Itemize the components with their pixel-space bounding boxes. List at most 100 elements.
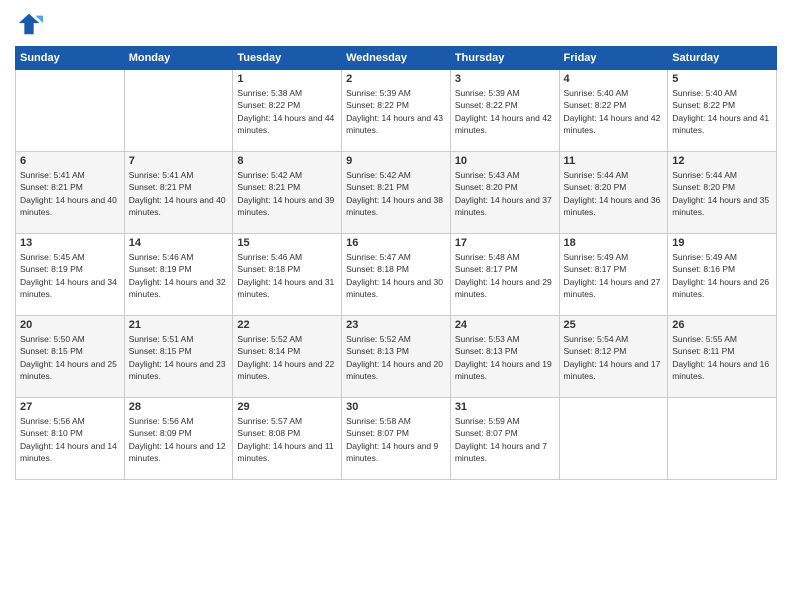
day-cell: 10Sunrise: 5:43 AM Sunset: 8:20 PM Dayli… (450, 152, 559, 234)
day-cell: 26Sunrise: 5:55 AM Sunset: 8:11 PM Dayli… (668, 316, 777, 398)
logo-icon (15, 10, 43, 38)
day-number: 18 (564, 237, 664, 249)
day-info: Sunrise: 5:56 AM Sunset: 8:10 PM Dayligh… (20, 415, 120, 464)
day-info: Sunrise: 5:42 AM Sunset: 8:21 PM Dayligh… (346, 169, 446, 218)
day-number: 2 (346, 73, 446, 85)
day-cell: 13 Sunrise: 5:45 AM Sunset: 8:19 PM Dayli… (16, 234, 125, 316)
day-cell: 7Sunrise: 5:41 AM Sunset: 8:21 PM Daylig… (124, 152, 233, 234)
day-info: Sunrise: 5:51 AM Sunset: 8:15 PM Dayligh… (129, 333, 229, 382)
day-number: 15 (237, 237, 337, 249)
day-cell: 21 Sunrise: 5:51 AM Sunset: 8:15 PM Dayli… (124, 316, 233, 398)
day-cell: 20 Sunrise: 5:50 AM Sunset: 8:15 PM Dayli… (16, 316, 125, 398)
weekday-header-sunday: Sunday (16, 47, 125, 70)
day-info: Sunrise: 5:49 AM Sunset: 8:16 PM Dayligh… (672, 251, 772, 300)
day-info: Sunrise: 5:41 AM Sunset: 8:21 PM Dayligh… (129, 169, 229, 218)
day-number: 14 (129, 237, 229, 249)
day-info: Sunrise: 5:50 AM Sunset: 8:15 PM Dayligh… (20, 333, 120, 382)
day-cell: 28 Sunrise: 5:56 AM Sunset: 8:09 PM Dayli… (124, 398, 233, 480)
day-info: Sunrise: 5:44 AM Sunset: 8:20 PM Dayligh… (672, 169, 772, 218)
day-cell: 9 Sunrise: 5:42 AM Sunset: 8:21 PM Daylig… (342, 152, 451, 234)
day-number: 3 (455, 73, 555, 85)
day-cell: 12 Sunrise: 5:44 AM Sunset: 8:20 PM Dayli… (668, 152, 777, 234)
day-info: Sunrise: 5:40 AM Sunset: 8:22 PM Dayligh… (564, 87, 664, 136)
day-cell: 17Sunrise: 5:48 AM Sunset: 8:17 PM Dayli… (450, 234, 559, 316)
day-cell: 23 Sunrise: 5:52 AM Sunset: 8:13 PM Dayli… (342, 316, 451, 398)
day-number: 26 (672, 319, 772, 331)
day-number: 8 (237, 155, 337, 167)
day-number: 25 (564, 319, 664, 331)
day-cell: 19 Sunrise: 5:49 AM Sunset: 8:16 PM Dayli… (668, 234, 777, 316)
day-number: 1 (237, 73, 337, 85)
day-number: 31 (455, 401, 555, 413)
day-info: Sunrise: 5:52 AM Sunset: 8:13 PM Dayligh… (346, 333, 446, 382)
day-number: 30 (346, 401, 446, 413)
day-cell: 15 Sunrise: 5:46 AM Sunset: 8:18 PM Dayli… (233, 234, 342, 316)
weekday-header-wednesday: Wednesday (342, 47, 451, 70)
day-info: Sunrise: 5:48 AM Sunset: 8:17 PM Dayligh… (455, 251, 555, 300)
day-cell: 3 Sunrise: 5:39 AM Sunset: 8:22 PM Daylig… (450, 70, 559, 152)
weekday-header-friday: Friday (559, 47, 668, 70)
day-info: Sunrise: 5:57 AM Sunset: 8:08 PM Dayligh… (237, 415, 337, 464)
header (15, 10, 777, 38)
day-number: 9 (346, 155, 446, 167)
day-info: Sunrise: 5:56 AM Sunset: 8:09 PM Dayligh… (129, 415, 229, 464)
day-cell: 27 Sunrise: 5:56 AM Sunset: 8:10 PM Dayli… (16, 398, 125, 480)
logo (15, 10, 47, 38)
day-cell: 16Sunrise: 5:47 AM Sunset: 8:18 PM Dayli… (342, 234, 451, 316)
day-info: Sunrise: 5:39 AM Sunset: 8:22 PM Dayligh… (455, 87, 555, 136)
day-info: Sunrise: 5:54 AM Sunset: 8:12 PM Dayligh… (564, 333, 664, 382)
day-number: 12 (672, 155, 772, 167)
day-info: Sunrise: 5:38 AM Sunset: 8:22 PM Dayligh… (237, 87, 337, 136)
day-cell: 8 Sunrise: 5:42 AM Sunset: 8:21 PM Daylig… (233, 152, 342, 234)
day-info: Sunrise: 5:46 AM Sunset: 8:19 PM Dayligh… (129, 251, 229, 300)
day-number: 22 (237, 319, 337, 331)
day-number: 6 (20, 155, 120, 167)
day-number: 23 (346, 319, 446, 331)
day-number: 4 (564, 73, 664, 85)
day-cell: 5 Sunrise: 5:40 AM Sunset: 8:22 PM Daylig… (668, 70, 777, 152)
day-info: Sunrise: 5:43 AM Sunset: 8:20 PM Dayligh… (455, 169, 555, 218)
day-number: 20 (20, 319, 120, 331)
day-number: 27 (20, 401, 120, 413)
day-info: Sunrise: 5:53 AM Sunset: 8:13 PM Dayligh… (455, 333, 555, 382)
week-row-2: 6 Sunrise: 5:41 AM Sunset: 8:21 PM Daylig… (16, 152, 777, 234)
week-row-4: 20 Sunrise: 5:50 AM Sunset: 8:15 PM Dayli… (16, 316, 777, 398)
week-row-5: 27 Sunrise: 5:56 AM Sunset: 8:10 PM Dayli… (16, 398, 777, 480)
day-cell: 11 Sunrise: 5:44 AM Sunset: 8:20 PM Dayli… (559, 152, 668, 234)
day-number: 28 (129, 401, 229, 413)
day-number: 19 (672, 237, 772, 249)
day-info: Sunrise: 5:40 AM Sunset: 8:22 PM Dayligh… (672, 87, 772, 136)
day-info: Sunrise: 5:41 AM Sunset: 8:21 PM Dayligh… (20, 169, 120, 218)
day-cell: 4 Sunrise: 5:40 AM Sunset: 8:22 PM Daylig… (559, 70, 668, 152)
day-cell (16, 70, 125, 152)
day-number: 5 (672, 73, 772, 85)
day-cell (668, 398, 777, 480)
day-info: Sunrise: 5:44 AM Sunset: 8:20 PM Dayligh… (564, 169, 664, 218)
day-cell: 24 Sunrise: 5:53 AM Sunset: 8:13 PM Dayli… (450, 316, 559, 398)
day-number: 24 (455, 319, 555, 331)
day-number: 21 (129, 319, 229, 331)
day-info: Sunrise: 5:42 AM Sunset: 8:21 PM Dayligh… (237, 169, 337, 218)
day-info: Sunrise: 5:39 AM Sunset: 8:22 PM Dayligh… (346, 87, 446, 136)
page: SundayMondayTuesdayWednesdayThursdayFrid… (0, 0, 792, 612)
day-cell: 18 Sunrise: 5:49 AM Sunset: 8:17 PM Dayli… (559, 234, 668, 316)
day-cell: 1 Sunrise: 5:38 AM Sunset: 8:22 PM Daylig… (233, 70, 342, 152)
day-cell (124, 70, 233, 152)
day-cell (559, 398, 668, 480)
day-cell: 22Sunrise: 5:52 AM Sunset: 8:14 PM Dayli… (233, 316, 342, 398)
week-row-1: 1 Sunrise: 5:38 AM Sunset: 8:22 PM Daylig… (16, 70, 777, 152)
day-cell: 31 Sunrise: 5:59 AM Sunset: 8:07 PM Dayli… (450, 398, 559, 480)
day-cell: 25 Sunrise: 5:54 AM Sunset: 8:12 PM Dayli… (559, 316, 668, 398)
weekday-header-tuesday: Tuesday (233, 47, 342, 70)
day-cell: 2 Sunrise: 5:39 AM Sunset: 8:22 PM Daylig… (342, 70, 451, 152)
day-info: Sunrise: 5:58 AM Sunset: 8:07 PM Dayligh… (346, 415, 446, 464)
day-cell: 14 Sunrise: 5:46 AM Sunset: 8:19 PM Dayli… (124, 234, 233, 316)
day-cell: 6 Sunrise: 5:41 AM Sunset: 8:21 PM Daylig… (16, 152, 125, 234)
day-info: Sunrise: 5:49 AM Sunset: 8:17 PM Dayligh… (564, 251, 664, 300)
day-info: Sunrise: 5:59 AM Sunset: 8:07 PM Dayligh… (455, 415, 555, 464)
calendar: SundayMondayTuesdayWednesdayThursdayFrid… (15, 46, 777, 480)
day-info: Sunrise: 5:45 AM Sunset: 8:19 PM Dayligh… (20, 251, 120, 300)
day-number: 11 (564, 155, 664, 167)
day-number: 13 (20, 237, 120, 249)
day-info: Sunrise: 5:46 AM Sunset: 8:18 PM Dayligh… (237, 251, 337, 300)
